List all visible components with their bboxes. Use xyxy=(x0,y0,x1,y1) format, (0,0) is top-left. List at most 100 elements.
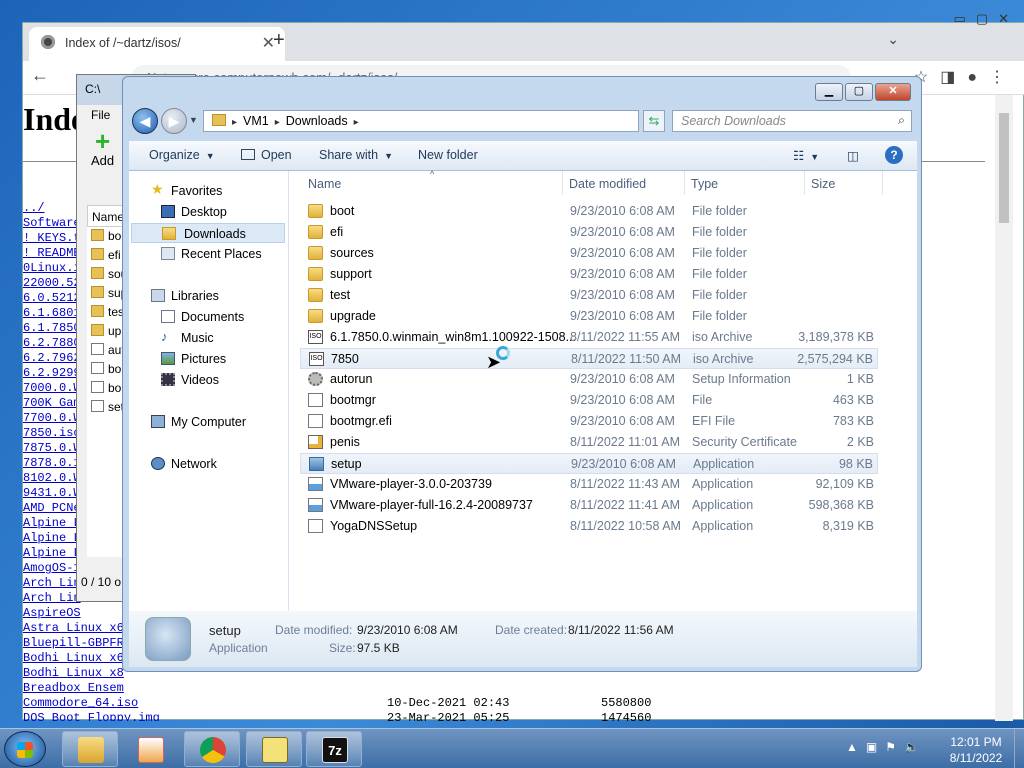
sevenzip-add-button[interactable]: + Add xyxy=(91,128,114,168)
listing-link[interactable]: ../ xyxy=(23,201,45,215)
listing-link[interactable]: 7875.0.W xyxy=(23,441,81,455)
nav-favorites[interactable]: ★ Favorites xyxy=(129,181,287,201)
nav-recent-places[interactable]: Recent Places xyxy=(129,244,287,264)
page-scrollbar-thumb[interactable] xyxy=(999,113,1009,223)
listing-link[interactable]: 0Linux.i xyxy=(23,261,81,275)
file-row[interactable]: setup 9/23/2010 6:08 AM Application 98 KB xyxy=(300,453,878,474)
sevenzip-row[interactable]: efi xyxy=(91,248,121,267)
chrome-window-controls[interactable]: ▭▢✕ xyxy=(954,11,1019,27)
back-arrow-icon[interactable]: ◀ xyxy=(132,108,158,134)
listing-link[interactable]: Alpine L xyxy=(23,516,81,530)
breadcrumb-downloads[interactable]: Downloads xyxy=(286,114,348,128)
nav-network[interactable]: Network xyxy=(129,454,287,474)
listing-link[interactable]: 6.2.7962 xyxy=(23,351,81,365)
taskbar-explorer[interactable] xyxy=(62,731,118,767)
help-icon[interactable]: ? xyxy=(885,146,903,164)
forward-arrow-icon[interactable]: ▶ xyxy=(161,108,187,134)
column-header-name[interactable]: Name xyxy=(308,177,341,191)
search-input[interactable]: Search Downloads ⌕ xyxy=(672,110,912,132)
listing-link[interactable]: 6.1.6801 xyxy=(23,306,81,320)
sevenzip-row[interactable]: set xyxy=(91,400,124,419)
search-icon[interactable]: ⌕ xyxy=(898,113,905,128)
file-row[interactable]: autorun 9/23/2010 6:08 AM Setup Informatio… xyxy=(300,369,878,390)
preview-pane-icon[interactable]: ◫ xyxy=(847,148,859,163)
sevenzip-row[interactable]: up xyxy=(91,324,121,343)
file-row[interactable]: efi 9/23/2010 6:08 AM File folder xyxy=(300,222,878,243)
start-button[interactable] xyxy=(4,731,46,767)
taskbar-archive-tool[interactable] xyxy=(246,731,302,767)
minimize-button[interactable]: ▁ xyxy=(815,83,843,101)
back-arrow-icon[interactable]: ← xyxy=(31,65,49,86)
listing-link[interactable]: Bodhi Linux x6 xyxy=(23,651,124,665)
listing-link[interactable]: Astra Linux x6 xyxy=(23,621,124,635)
maximize-button[interactable]: ▢ xyxy=(845,83,873,101)
column-header-date[interactable]: Date modified xyxy=(569,177,646,191)
taskbar-media-player[interactable] xyxy=(122,731,178,767)
file-row[interactable]: penis 8/11/2022 11:01 AM Security Certific… xyxy=(300,432,878,453)
nav-music[interactable]: ♪ Music xyxy=(129,328,287,348)
sevenzip-row[interactable]: tes xyxy=(91,305,124,324)
listing-link[interactable]: 7850.iso xyxy=(23,426,81,440)
file-row[interactable]: boot 9/23/2010 6:08 AM File folder xyxy=(300,201,878,222)
nav-desktop[interactable]: Desktop xyxy=(129,202,287,222)
file-row[interactable]: support 9/23/2010 6:08 AM File folder xyxy=(300,264,878,285)
file-row[interactable]: bootmgr 9/23/2010 6:08 AM File 463 KB xyxy=(300,390,878,411)
listing-link[interactable]: Arch Lin xyxy=(23,576,81,590)
listing-link[interactable]: AmogOS-1 xyxy=(23,561,81,575)
breadcrumb-vm1[interactable]: VM1 xyxy=(243,114,269,128)
listing-link[interactable]: 7000.0.W xyxy=(23,381,81,395)
listing-link[interactable]: Software xyxy=(23,216,81,230)
clock[interactable]: 12:01 PM 8/11/2022 xyxy=(936,734,1016,766)
listing-link[interactable]: 6.0.5212 xyxy=(23,291,81,305)
taskbar-chrome[interactable] xyxy=(184,731,240,767)
refresh-icon[interactable]: ⇆ xyxy=(643,110,665,132)
column-divider[interactable] xyxy=(804,171,805,195)
file-row[interactable]: VMware-player-3.0.0-203739 8/11/2022 11:4… xyxy=(300,474,878,495)
column-header-type[interactable]: Type xyxy=(691,177,718,191)
listing-link[interactable]: DOS Boot Floppy.img xyxy=(23,711,160,721)
listing-link[interactable]: 6.1.7850 xyxy=(23,321,81,335)
tray-icons[interactable]: ▲▣⚑🔈 xyxy=(846,740,927,754)
listing-link[interactable]: 6.2.9299 xyxy=(23,366,81,380)
nav-my-computer[interactable]: My Computer xyxy=(129,412,287,432)
file-row[interactable]: test 9/23/2010 6:08 AM File folder xyxy=(300,285,878,306)
listing-link[interactable]: Bodhi Linux x8 xyxy=(23,666,124,680)
recent-pages-chevron-icon[interactable]: ▼ xyxy=(189,115,198,125)
file-row[interactable]: bootmgr.efi 9/23/2010 6:08 AM EFI File 783 … xyxy=(300,411,878,432)
file-row[interactable]: ISO 6.1.7850.0.winmain_win8m1.100922-1508… xyxy=(300,327,878,348)
profile-menu-icons[interactable]: ☆◨●⋮ xyxy=(914,67,1017,87)
listing-link[interactable]: 7878.0.1 xyxy=(23,456,81,470)
sevenzip-row[interactable]: aut xyxy=(91,343,125,362)
listing-link[interactable]: 9431.0.W xyxy=(23,486,81,500)
listing-link[interactable]: ! README xyxy=(23,246,81,260)
close-button[interactable]: ✕ xyxy=(875,83,911,101)
listing-link[interactable]: AspireOS xyxy=(23,606,81,620)
sevenzip-row[interactable]: bo xyxy=(91,362,121,381)
share-with-button[interactable]: Share with ▼ xyxy=(319,148,393,162)
listing-link[interactable]: 22000.52 xyxy=(23,276,81,290)
file-row[interactable]: VMware-player-full-16.2.4-20089737 8/11/2… xyxy=(300,495,878,516)
explorer-address-bar[interactable]: ▸ VM1 ▸ Downloads ▸ xyxy=(203,110,639,132)
file-row[interactable]: YogaDNSSetup 8/11/2022 10:58 AM Applicatio… xyxy=(300,516,878,537)
new-folder-button[interactable]: New folder xyxy=(418,148,478,162)
open-button[interactable]: Open xyxy=(241,148,292,162)
file-row[interactable]: sources 9/23/2010 6:08 AM File folder xyxy=(300,243,878,264)
view-options-icon[interactable]: ☷ ▼ xyxy=(793,148,819,163)
listing-link[interactable]: ! KEYS.t xyxy=(23,231,81,245)
column-header-size[interactable]: Size xyxy=(811,177,835,191)
organize-button[interactable]: Organize ▼ xyxy=(149,148,215,162)
column-divider[interactable] xyxy=(882,171,883,195)
listing-link[interactable]: AMD PCNe xyxy=(23,501,81,515)
column-divider[interactable] xyxy=(684,171,685,195)
chrome-tab[interactable]: Index of /~dartz/isos/ ✕ xyxy=(29,27,285,61)
file-row[interactable]: ISO 7850 8/11/2022 11:50 AM iso Archive 2,57… xyxy=(300,348,878,369)
listing-link[interactable]: 8102.0.W xyxy=(23,471,81,485)
taskbar-7zip[interactable]: 7z xyxy=(306,731,362,767)
nav-videos[interactable]: Videos xyxy=(129,370,287,390)
listing-link[interactable]: Alpine L xyxy=(23,531,81,545)
nav-libraries[interactable]: Libraries xyxy=(129,286,287,306)
nav-downloads[interactable]: Downloads xyxy=(131,223,285,243)
nav-pictures[interactable]: Pictures xyxy=(129,349,287,369)
show-desktop-button[interactable] xyxy=(1014,729,1024,768)
sevenzip-row[interactable]: bo xyxy=(91,381,121,400)
